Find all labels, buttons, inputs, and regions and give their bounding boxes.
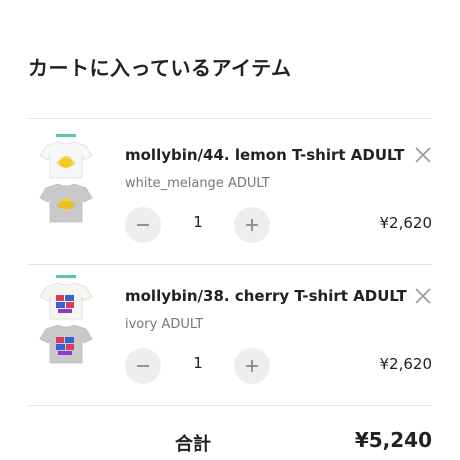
cart-title: カートに入っているアイテム (28, 56, 292, 80)
decrease-quantity-button[interactable] (125, 348, 161, 384)
item-name[interactable]: mollybin/38. cherry T-shirt ADULT (125, 287, 407, 305)
item-variant: white_melange ADULT (125, 176, 270, 191)
cart-item: mollybin/38. cherry T-shirt ADULT ivory … (0, 259, 460, 389)
item-variant: ivory ADULT (125, 317, 204, 332)
decrease-quantity-button[interactable] (125, 207, 161, 243)
minus-icon (137, 224, 149, 226)
minus-icon (137, 365, 149, 367)
increase-quantity-button[interactable] (234, 207, 270, 243)
total-label: 合計 (175, 434, 211, 455)
item-price: ¥2,620 (379, 214, 433, 232)
close-icon (415, 147, 431, 163)
lemon-tshirt-thumbnail (39, 134, 93, 223)
cherry-tshirt-thumbnail (39, 275, 93, 364)
remove-item-button[interactable] (413, 286, 433, 306)
quantity-value: 1 (193, 354, 203, 372)
item-name[interactable]: mollybin/44. lemon T-shirt ADULT (125, 146, 404, 164)
divider (28, 405, 432, 406)
item-price: ¥2,620 (379, 355, 433, 373)
quantity-value: 1 (193, 213, 203, 231)
plus-icon (246, 219, 258, 231)
remove-item-button[interactable] (413, 145, 433, 165)
plus-icon (246, 360, 258, 372)
cart-item: mollybin/44. lemon T-shirt ADULT white_m… (0, 118, 460, 248)
total-value: ¥5,240 (354, 428, 432, 452)
increase-quantity-button[interactable] (234, 348, 270, 384)
close-icon (415, 288, 431, 304)
